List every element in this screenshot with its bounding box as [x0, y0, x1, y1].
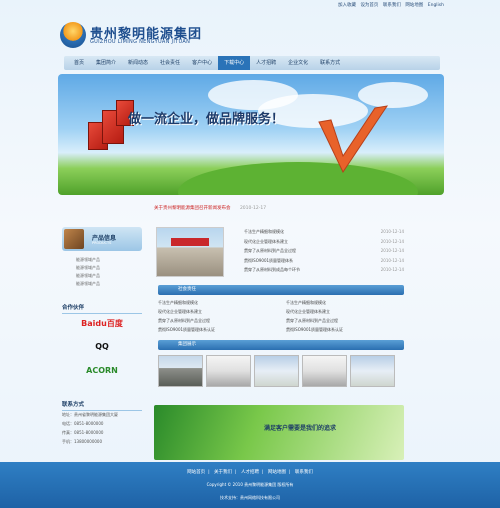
thumbnail[interactable] — [206, 355, 251, 387]
products-list: 能源领域产品 能源领域产品 能源领域产品 能源领域产品 — [62, 257, 142, 289]
site-footer: 网站首页 | 关于我们 | 人才招聘 | 网站地图 | 联系我们 Copyright ©… — [0, 462, 500, 508]
footer-link[interactable]: 人才招聘 — [241, 470, 259, 475]
list-item[interactable]: 贯穿了从原材料到成品每个环节 2010-12-14 — [244, 267, 404, 277]
top-link-homepage[interactable]: 设为首页 — [360, 3, 378, 8]
nav-item-download[interactable]: 下载中心 — [218, 56, 251, 70]
responsibility-list: 千法生产精细和规模化 千法生产精细和规模化 现代化企业管理体系建立 现代化企业管… — [158, 300, 404, 336]
nav-item-contact[interactable]: 联系方式 — [314, 56, 346, 70]
showcase-bar[interactable]: 集团展示 — [158, 340, 404, 350]
list-item[interactable]: 能源领域产品 — [76, 265, 142, 273]
list-item[interactable]: 贯穿了从原材料到产品全过程 — [158, 318, 276, 327]
site-header: 贵州黎明能源集团 GUIZHOU LIMING NENGYUAN JITUAN … — [58, 0, 444, 56]
showcase-thumbs — [158, 355, 404, 387]
green-banner-text: 满足客户需要是我们的追求 — [264, 425, 337, 432]
footer-link[interactable]: 网站首页 — [187, 470, 205, 475]
list-item[interactable]: 能源领域产品 — [76, 273, 142, 281]
nav-item-jobs[interactable]: 人才招聘 — [250, 56, 282, 70]
footer-copyright: Copyright © 2010 贵州黎明能源集团 版权所有 — [206, 482, 294, 487]
list-item[interactable]: 贯穿了从原材料到产品全过程 2010-12-14 — [244, 248, 404, 258]
footer-link[interactable]: 联系我们 — [295, 470, 313, 475]
nav-item-responsibility[interactable]: 社会责任 — [154, 56, 186, 70]
contact-phone: 电话：0851-8000000 — [62, 421, 104, 426]
list-item[interactable]: 现代化企业管理体系建立 — [158, 309, 276, 318]
top-link-contact[interactable]: 联系我们 — [383, 3, 401, 8]
news-list: 千法生产精细和规模化 2010-12-14 现代化企业管理体系建立 2010-12-… — [244, 229, 404, 277]
nav-item-customer[interactable]: 客户中心 — [186, 56, 218, 70]
list-item[interactable]: 贯穿了从原材料到产品全过程 — [286, 318, 404, 327]
logo-subtitle: GUIZHOU LIMING NENGYUAN JITUAN — [90, 39, 191, 45]
footer-links: 网站首页 | 关于我们 | 人才招聘 | 网站地图 | 联系我们 — [187, 470, 313, 475]
main-nav: 首页 集团简介 新闻动态 社会责任 客户中心 下载中心 人才招聘 企业文化 联系… — [64, 56, 440, 70]
contact-title: 联系方式 — [62, 400, 142, 411]
list-item[interactable]: 贯彻ISO9001质量管理体系认证 — [286, 327, 404, 336]
top-links: 加入收藏 设为首页 联系我们 网站地图 English — [335, 2, 444, 8]
list-item[interactable]: 千法生产精细和规模化 2010-12-14 — [244, 229, 404, 239]
nav-item-news[interactable]: 新闻动态 — [122, 56, 154, 70]
contact-info: 地址：贵州省黎明能源集团大厦 电话：0851-8000000 传真：0851-8… — [62, 412, 142, 447]
list-item[interactable]: 能源领域产品 — [76, 281, 142, 289]
top-link-english[interactable]: English — [428, 3, 444, 8]
banner-slogan: 做一流企业，做品牌服务！ — [128, 112, 285, 127]
nav-item-culture[interactable]: 企业文化 — [282, 56, 314, 70]
headline-title[interactable]: 关于贵州黎明能源集团召开新闻发布会 — [154, 206, 231, 211]
list-item[interactable]: 现代化企业管理体系建立 — [286, 309, 404, 318]
products-header: 产品信息 PRODUCTS — [62, 227, 142, 251]
thumbnail[interactable] — [302, 355, 347, 387]
contact-fax: 传真：0851-8000000 — [62, 430, 104, 435]
thumbnail[interactable] — [158, 355, 203, 387]
v-check-icon — [318, 105, 389, 174]
nav-item-home[interactable]: 首页 — [68, 56, 90, 70]
logo-icon[interactable] — [60, 22, 86, 48]
thumbnail[interactable] — [254, 355, 299, 387]
list-item[interactable]: 贯彻ISO9001质量管理体系认证 — [158, 327, 276, 336]
left-sidebar: 产品信息 PRODUCTS 能源领域产品 能源领域产品 能源领域产品 能源领域产… — [62, 227, 142, 447]
list-item[interactable]: 现代化企业管理体系建立 2010-12-14 — [244, 239, 404, 249]
footer-link[interactable]: 网站地图 — [268, 470, 286, 475]
partners-title: 合作伙伴 — [62, 303, 142, 314]
partner-logo-baidu[interactable]: Baidu百度 — [62, 318, 142, 338]
contact-address: 地址：贵州省黎明能源集团大厦 — [62, 412, 118, 417]
top-link-favorite[interactable]: 加入收藏 — [338, 3, 356, 8]
list-item[interactable]: 千法生产精细和规模化 — [158, 300, 276, 309]
products-subtitle: PRODUCTS — [92, 241, 112, 245]
headline-news[interactable]: 关于贵州黎明能源集团召开新闻发布会 2010-12-17 — [154, 205, 404, 217]
news-photo[interactable] — [156, 227, 224, 277]
main-content: 关于贵州黎明能源集团召开新闻发布会 2010-12-17 千法生产精细和规模化 2… — [154, 205, 404, 460]
partner-logo-acorn[interactable]: ACORN — [62, 366, 142, 386]
contact-mobile: 手机：13800000000 — [62, 439, 102, 444]
nav-item-about[interactable]: 集团简介 — [90, 56, 122, 70]
hero-banner: 做一流企业，做品牌服务！ — [58, 74, 444, 195]
partner-logo-qq[interactable]: QQ — [62, 342, 142, 362]
thumbnail[interactable] — [350, 355, 395, 387]
list-item[interactable]: 能源领域产品 — [76, 257, 142, 265]
green-banner[interactable]: 满足客户需要是我们的追求 — [154, 405, 404, 460]
responsibility-bar[interactable]: 社会责任 — [158, 285, 404, 295]
footer-link[interactable]: 关于我们 — [214, 470, 232, 475]
top-link-sitemap[interactable]: 网站地图 — [405, 3, 423, 8]
footer-support: 技术支持：贵州网络科技有限公司 — [220, 495, 280, 500]
products-icon — [64, 229, 84, 249]
photo-banner — [171, 238, 209, 246]
list-item[interactable]: 千法生产精细和规模化 — [286, 300, 404, 309]
list-item[interactable]: 贯彻ISO9001质量管理体系 2010-12-14 — [244, 258, 404, 268]
headline-date: 2010-12-17 — [239, 206, 267, 211]
